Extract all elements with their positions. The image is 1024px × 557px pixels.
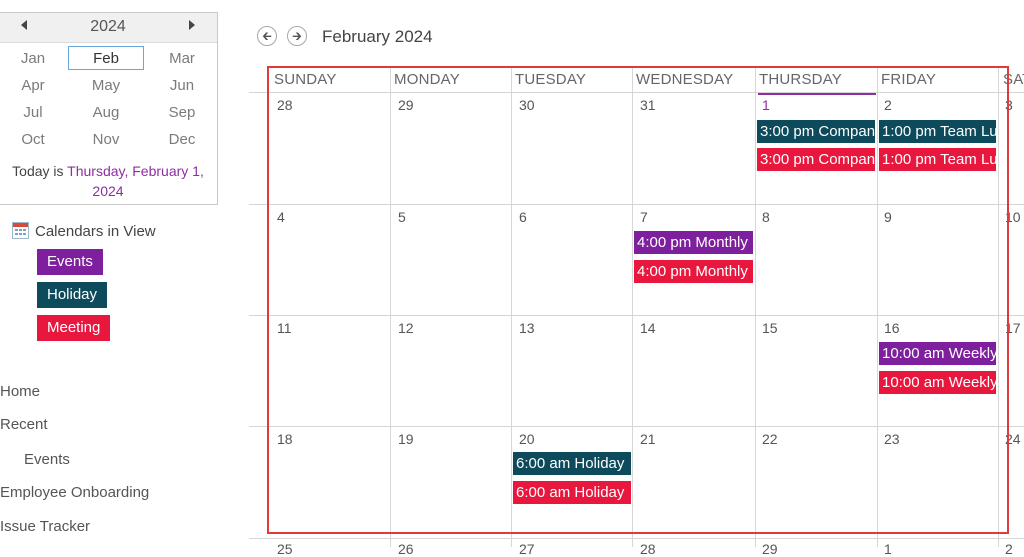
dayname-sunday: SUNDAY: [274, 71, 337, 88]
legend-meeting[interactable]: Meeting: [37, 315, 111, 341]
dayname-friday: FRIDAY: [881, 71, 937, 88]
month-feb[interactable]: Feb: [68, 46, 144, 70]
day-number[interactable]: 28: [277, 97, 293, 113]
calendars-in-view-title: Calendars in View: [35, 223, 156, 240]
day-number[interactable]: 2: [1005, 541, 1013, 557]
day-number[interactable]: 5: [398, 209, 406, 225]
day-number[interactable]: 29: [762, 541, 778, 557]
event-item[interactable]: 1:00 pm Team Lunch: [879, 148, 996, 171]
day-number[interactable]: 12: [398, 320, 414, 336]
day-number[interactable]: 27: [519, 541, 535, 557]
month-sep[interactable]: Sep: [144, 101, 220, 125]
day-number[interactable]: 21: [640, 431, 656, 447]
day-number[interactable]: 19: [398, 431, 414, 447]
day-number[interactable]: 25: [277, 541, 293, 557]
day-number[interactable]: 4: [277, 209, 285, 225]
event-item[interactable]: 4:00 pm Monthly: [634, 260, 753, 283]
event-item[interactable]: 1:00 pm Team Lunch: [879, 120, 996, 143]
event-item[interactable]: 10:00 am Weekly: [879, 371, 996, 394]
day-number[interactable]: 9: [884, 209, 892, 225]
nav-events[interactable]: Events: [24, 451, 70, 468]
day-number[interactable]: 20: [519, 431, 535, 447]
day-number[interactable]: 29: [398, 97, 414, 113]
event-item[interactable]: 3:00 pm Company: [757, 148, 875, 171]
day-number[interactable]: 15: [762, 320, 778, 336]
grid-line: [249, 538, 1024, 539]
month-nov[interactable]: Nov: [68, 128, 144, 152]
grid-line: [755, 66, 756, 547]
day-number-today[interactable]: 1: [762, 97, 770, 113]
day-number[interactable]: 10: [1005, 209, 1021, 225]
grid-line: [877, 66, 878, 547]
grid-line: [998, 66, 999, 547]
day-number[interactable]: 22: [762, 431, 778, 447]
dayname-tuesday: TUESDAY: [515, 71, 587, 88]
legend-events[interactable]: Events: [37, 249, 103, 275]
event-item[interactable]: 4:00 pm Monthly: [634, 231, 753, 254]
day-number[interactable]: 17: [1005, 320, 1021, 336]
month-may[interactable]: May: [68, 74, 144, 98]
day-number[interactable]: 16: [884, 320, 900, 336]
event-item[interactable]: 6:00 am Holiday: [513, 452, 631, 475]
event-item[interactable]: 3:00 pm Company: [757, 120, 875, 143]
day-number[interactable]: 1: [884, 541, 892, 557]
dayname-saturday: SAT: [1003, 71, 1024, 88]
month-mar[interactable]: Mar: [144, 47, 220, 71]
arrow-left-icon: 🡰: [262, 29, 272, 43]
dayname-thursday: THURSDAY: [759, 71, 842, 88]
arrow-right-icon: 🡲: [292, 29, 302, 43]
day-number[interactable]: 3: [1005, 97, 1013, 113]
today-indicator: [758, 93, 876, 95]
day-number[interactable]: 18: [277, 431, 293, 447]
month-aug[interactable]: Aug: [68, 101, 144, 125]
month-jun[interactable]: Jun: [144, 74, 220, 98]
nav-home[interactable]: Home: [0, 383, 40, 400]
today-link[interactable]: Thursday, February 1, 2024: [67, 163, 204, 199]
day-number[interactable]: 26: [398, 541, 414, 557]
day-number[interactable]: 28: [640, 541, 656, 557]
grid-line: [511, 66, 512, 547]
today-prefix: Today is: [12, 163, 68, 179]
nav-recent[interactable]: Recent: [0, 416, 48, 433]
month-apr[interactable]: Apr: [0, 74, 71, 98]
day-number[interactable]: 24: [1005, 431, 1021, 447]
day-number[interactable]: 11: [277, 320, 292, 336]
dayname-wednesday: WEDNESDAY: [636, 71, 734, 88]
legend-holiday[interactable]: Holiday: [37, 282, 108, 308]
month-dec[interactable]: Dec: [144, 128, 220, 152]
next-month-button[interactable]: 🡲: [287, 26, 307, 46]
calendar-icon: [12, 222, 29, 239]
month-jul[interactable]: Jul: [0, 101, 71, 125]
dayname-monday: MONDAY: [394, 71, 460, 88]
grid-line: [249, 92, 1024, 93]
nav-issue-tracker[interactable]: Issue Tracker: [0, 518, 90, 535]
day-number[interactable]: 14: [640, 320, 656, 336]
month-oct[interactable]: Oct: [0, 128, 71, 152]
day-number[interactable]: 23: [884, 431, 900, 447]
day-number[interactable]: 2: [884, 97, 892, 113]
day-number[interactable]: 30: [519, 97, 535, 113]
month-title: February 2024: [322, 27, 433, 46]
grid-line: [249, 204, 1024, 205]
month-jan[interactable]: Jan: [0, 47, 71, 71]
grid-line: [390, 66, 391, 547]
today-text: Today is Thursday, February 1, 2024: [0, 161, 217, 201]
date-picker-header: 2024: [0, 13, 217, 43]
next-year-icon[interactable]: [189, 20, 195, 30]
date-picker: 2024 Jan Feb Mar Apr May Jun Jul Aug Sep…: [0, 12, 218, 205]
day-number[interactable]: 31: [640, 97, 656, 113]
nav-employee-onboarding[interactable]: Employee Onboarding: [0, 484, 149, 501]
day-number[interactable]: 7: [640, 209, 648, 225]
grid-line: [632, 66, 633, 547]
previous-month-button[interactable]: 🡰: [257, 26, 277, 46]
grid-line: [249, 426, 1024, 427]
event-item[interactable]: 6:00 am Holiday: [513, 481, 631, 504]
day-number[interactable]: 13: [519, 320, 535, 336]
picker-year: 2024: [90, 18, 126, 35]
grid-line: [249, 315, 1024, 316]
day-number[interactable]: 6: [519, 209, 527, 225]
day-number[interactable]: 8: [762, 209, 770, 225]
event-item[interactable]: 10:00 am Weekly: [879, 342, 996, 365]
